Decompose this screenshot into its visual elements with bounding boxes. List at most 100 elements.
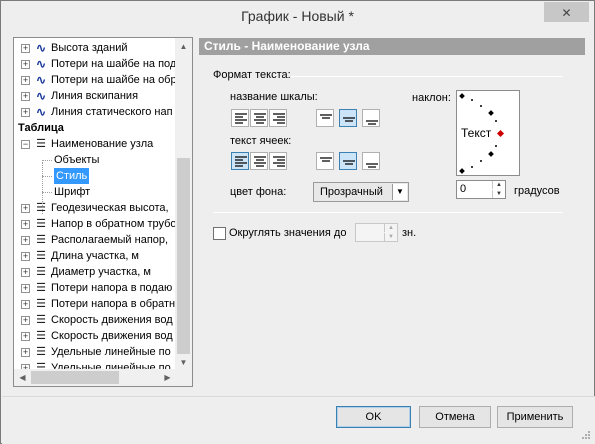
tilt-label: наклон:: [412, 92, 451, 104]
scale-valign-top-button[interactable]: [316, 109, 334, 127]
tree-item[interactable]: + ☰ Потери напора в обратн: [14, 296, 176, 312]
tree-item-label: Шрифт: [54, 186, 91, 198]
wave-icon: ∿: [35, 57, 47, 71]
apply-button[interactable]: Применить: [497, 406, 573, 428]
tree-item[interactable]: + ☰ Скорость движения вод: [14, 328, 176, 344]
tree-item[interactable]: + ∿ Высота зданий: [14, 40, 176, 56]
expand-icon[interactable]: +: [21, 332, 30, 341]
expand-icon[interactable]: +: [21, 92, 30, 101]
scroll-up-arrow-icon[interactable]: ▲: [175, 38, 192, 55]
tree-item-label: Высота зданий: [51, 42, 128, 54]
wave-icon: ∿: [35, 73, 47, 87]
expand-icon[interactable]: +: [21, 268, 30, 277]
bg-color-label: цвет фона:: [230, 186, 287, 198]
degrees-spinner[interactable]: 0 ▲ ▼: [456, 180, 506, 199]
expand-icon[interactable]: +: [21, 236, 30, 245]
spin-up-icon[interactable]: ▲: [384, 224, 397, 232]
tree-vertical-scrollbar[interactable]: ▲ ▼: [175, 38, 192, 371]
scroll-thumb-horizontal[interactable]: [31, 371, 119, 384]
scale-align-center-button[interactable]: [250, 109, 268, 127]
scale-align-left-button[interactable]: [231, 109, 249, 127]
tree-item-label: Удельные линейные по: [51, 346, 171, 358]
scroll-right-arrow-icon[interactable]: ▶: [159, 369, 176, 386]
expand-icon[interactable]: +: [21, 300, 30, 309]
lines-icon: ☰: [36, 282, 46, 294]
panel-header: Стиль - Наименование узла: [199, 38, 585, 55]
expand-icon[interactable]: +: [21, 316, 30, 325]
scale-valign-bottom-button[interactable]: [362, 109, 380, 127]
tree-connector: [42, 160, 52, 161]
collapse-icon[interactable]: −: [21, 140, 30, 149]
expand-icon[interactable]: +: [21, 284, 30, 293]
tree-item[interactable]: Объекты: [14, 152, 176, 168]
wave-icon: ∿: [35, 89, 47, 103]
tree-item[interactable]: + ☰ Напор в обратном трубо: [14, 216, 176, 232]
lines-icon: ☰: [36, 314, 46, 326]
expand-icon[interactable]: +: [21, 204, 30, 213]
tree-item[interactable]: + ∿ Потери на шайбе на обр: [14, 72, 176, 88]
tree-item[interactable]: + ☰ Длина участка, м: [14, 248, 176, 264]
round-digits-spinner[interactable]: ▲ ▼: [355, 223, 398, 242]
spin-up-icon[interactable]: ▲: [492, 181, 505, 189]
round-values-checkbox[interactable]: [213, 227, 226, 240]
scroll-left-arrow-icon[interactable]: ◀: [14, 369, 31, 386]
tilt-preview[interactable]: Текст: [456, 90, 520, 176]
tree-item[interactable]: Шрифт: [14, 184, 176, 200]
tree-item[interactable]: + ☰ Располагаемый напор,: [14, 232, 176, 248]
group-divider: [291, 76, 563, 77]
expand-icon[interactable]: +: [21, 252, 30, 261]
cell-valign-middle-button[interactable]: [339, 152, 357, 170]
spin-down-icon[interactable]: ▼: [492, 190, 505, 198]
expand-icon[interactable]: +: [21, 60, 30, 69]
tree-item-label: Стиль: [54, 168, 90, 184]
ok-button[interactable]: OK: [336, 406, 411, 428]
tree-item-label: Диаметр участка, м: [51, 266, 151, 278]
cancel-button[interactable]: Отмена: [419, 406, 491, 428]
cell-align-left-button[interactable]: [231, 152, 249, 170]
tree-horizontal-scrollbar[interactable]: ◀ ▶: [14, 369, 176, 386]
scale-align-right-button[interactable]: [269, 109, 287, 127]
tree-item[interactable]: + ∿ Потери на шайбе на под: [14, 56, 176, 72]
tree-item[interactable]: − ☰ Наименование узла: [14, 136, 176, 152]
tree-item[interactable]: + ☰ Удельные линейные по: [14, 344, 176, 360]
scroll-thumb[interactable]: [177, 158, 190, 354]
tree-item[interactable]: + ∿ Линия вскипания: [14, 88, 176, 104]
tree-item-label: Потери на шайбе на под: [51, 58, 176, 70]
lines-icon: ☰: [36, 202, 46, 214]
valign-bottom-icon: [366, 120, 378, 125]
round-suffix-label: зн.: [402, 227, 417, 239]
tree-item[interactable]: + ☰ Геодезическая высота,: [14, 200, 176, 216]
expand-icon[interactable]: +: [21, 44, 30, 53]
valign-top-icon: [320, 157, 332, 162]
align-left-icon: [235, 156, 247, 167]
tree-connector: [42, 176, 52, 177]
scale-valign-middle-button[interactable]: [339, 109, 357, 127]
tree-item[interactable]: + ∿ Линия статического нап: [14, 104, 176, 120]
cell-align-right-button[interactable]: [269, 152, 287, 170]
settings-tree[interactable]: + ∿ Высота зданий + ∿ Потери на шайбе на под +…: [13, 37, 193, 387]
round-values-label[interactable]: Округлять значения до: [229, 227, 346, 239]
tree-item[interactable]: + ☰ Диаметр участка, м: [14, 264, 176, 280]
close-button[interactable]: [544, 2, 589, 22]
chevron-down-icon[interactable]: ▼: [392, 184, 407, 200]
tree-item[interactable]: Стиль: [14, 168, 176, 184]
spin-down-icon[interactable]: ▼: [384, 233, 397, 241]
expand-icon[interactable]: +: [21, 76, 30, 85]
expand-icon[interactable]: +: [21, 108, 30, 117]
align-right-icon: [273, 113, 285, 124]
resize-grip-icon[interactable]: [581, 430, 591, 440]
cell-align-center-button[interactable]: [250, 152, 268, 170]
tree-item[interactable]: + ☰ Потери напора в подаю: [14, 280, 176, 296]
cell-text-label: текст ячеек:: [230, 135, 292, 147]
expand-icon[interactable]: +: [21, 348, 30, 357]
degrees-label: градусов: [514, 185, 560, 197]
tree-item-label: Линия статического нап: [51, 106, 173, 118]
tree-item[interactable]: + ☰ Скорость движения вод: [14, 312, 176, 328]
expand-icon[interactable]: +: [21, 220, 30, 229]
cell-valign-top-button[interactable]: [316, 152, 334, 170]
cell-valign-bottom-button[interactable]: [362, 152, 380, 170]
wave-icon: ∿: [35, 105, 47, 119]
wave-icon: ∿: [35, 41, 47, 55]
tree-item[interactable]: Таблица: [14, 120, 176, 136]
bg-color-select[interactable]: Прозрачный ▼: [313, 182, 409, 202]
